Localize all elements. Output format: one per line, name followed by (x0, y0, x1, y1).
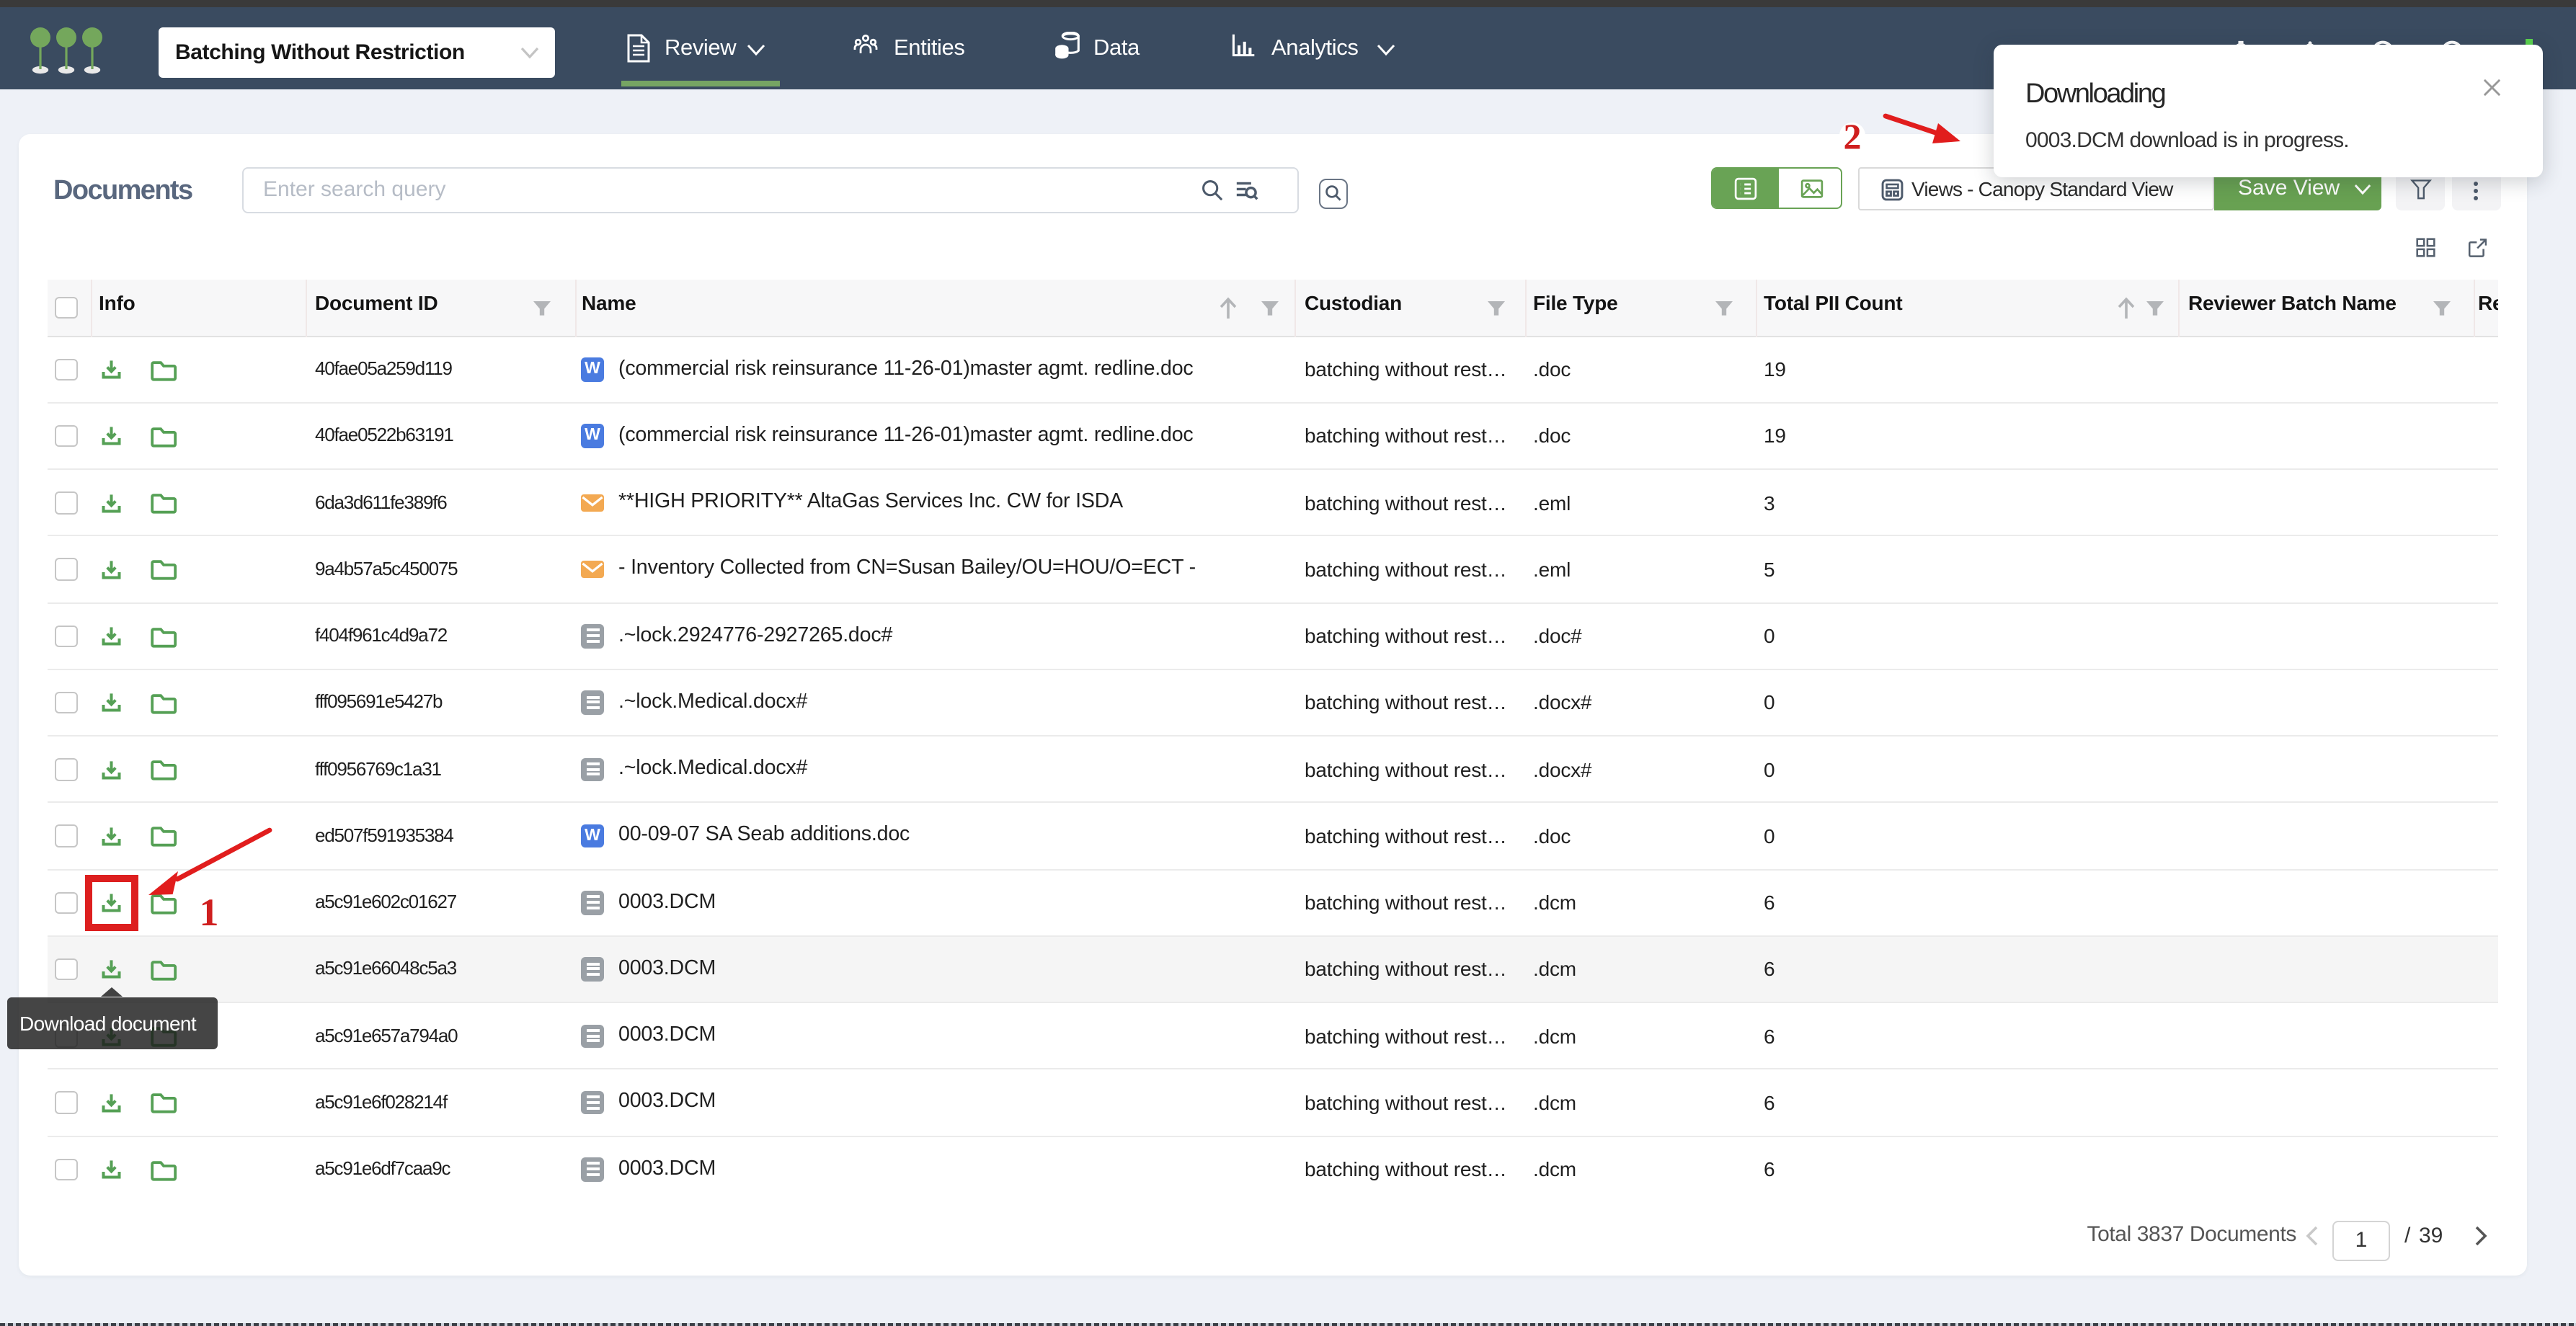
svg-text:2: 2 (1844, 116, 1862, 156)
svg-text:1: 1 (200, 891, 219, 930)
